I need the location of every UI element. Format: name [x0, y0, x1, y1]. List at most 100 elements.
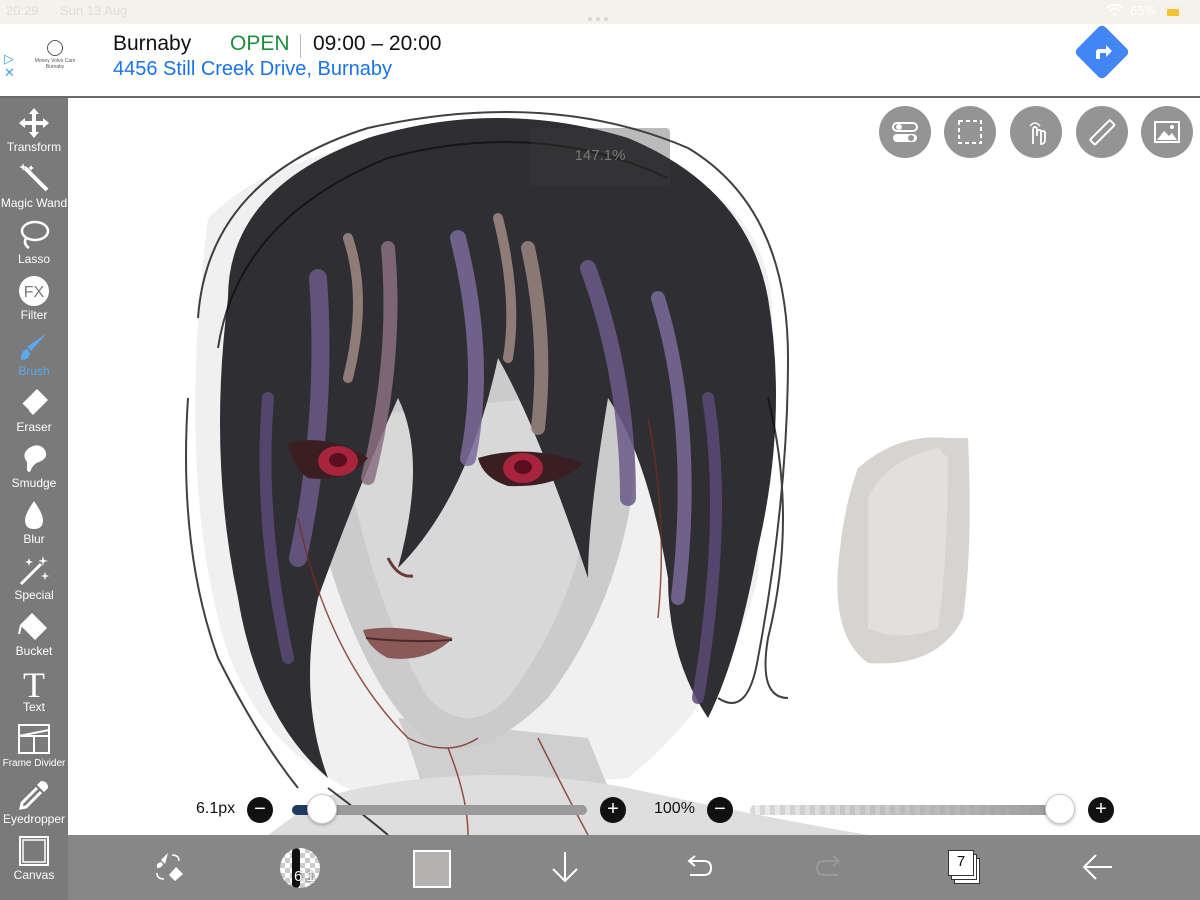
- tool-label: Canvas: [13, 868, 55, 882]
- brush-eraser-swap-icon: [156, 853, 183, 881]
- brush-opacity-slider-handle[interactable]: [1045, 794, 1075, 824]
- eyedropper-icon: [19, 781, 48, 810]
- bottom-bar: 6.1 7: [68, 835, 1200, 900]
- brush-opacity-slider[interactable]: [750, 805, 1060, 815]
- tool-eyedropper[interactable]: Eyedropper: [0, 770, 68, 826]
- tool-eraser[interactable]: Eraser: [0, 378, 68, 434]
- battery-icon: [1165, 7, 1187, 18]
- layers-button[interactable]: 7: [948, 850, 982, 884]
- tool-special[interactable]: Special: [0, 546, 68, 602]
- brush-size-decrease-button[interactable]: −: [247, 797, 273, 823]
- toggle-icon: [892, 122, 918, 142]
- tool-label: Special: [14, 588, 54, 602]
- tool-label: Blur: [23, 532, 45, 546]
- toggle-button[interactable]: [879, 106, 931, 158]
- move-arrows-icon: [19, 108, 49, 138]
- brush-opacity-increase-button[interactable]: +: [1088, 797, 1114, 823]
- advertiser-logo[interactable]: Money Volvo Cars Burnaby: [26, 38, 84, 80]
- minus-icon: −: [714, 798, 726, 820]
- battery-percentage: 65%: [1130, 3, 1157, 18]
- status-date: Sun 13 Aug: [60, 3, 128, 18]
- brush-size-increase-button[interactable]: +: [600, 797, 626, 823]
- tool-transform[interactable]: Transform: [0, 98, 68, 154]
- brush-opacity-decrease-button[interactable]: −: [707, 797, 733, 823]
- artwork[interactable]: [68, 98, 1200, 835]
- touch-gesture-icon: [1029, 122, 1046, 145]
- brush-icon: [21, 333, 47, 360]
- tool-smudge[interactable]: Smudge: [0, 434, 68, 490]
- brush-opacity-slider-fill: [750, 805, 1060, 815]
- ad-address-link[interactable]: 4456 Still Creek Drive, Burnaby: [113, 58, 392, 81]
- tool-label: Frame Divider: [2, 758, 66, 769]
- tool-brush[interactable]: Brush: [0, 322, 68, 378]
- tool-magic-wand[interactable]: Magic Wand: [0, 154, 68, 210]
- drawing-canvas[interactable]: [68, 98, 1200, 835]
- brush-preview-value: 6.1: [294, 868, 315, 885]
- arrow-left-icon: [1082, 854, 1112, 880]
- ruler-button[interactable]: [1076, 106, 1128, 158]
- arrow-down-icon: [552, 852, 578, 883]
- wifi-icon: [1106, 3, 1124, 20]
- sparkle-icon: [19, 556, 49, 586]
- tool-label: Bucket: [15, 644, 53, 658]
- undo-icon: [687, 855, 713, 876]
- tool-label: Lasso: [17, 252, 51, 266]
- tool-label: Filter: [20, 308, 48, 322]
- tool-label: Brush: [18, 364, 50, 378]
- ad-banner[interactable]: ▷ ✕ Money Volvo Cars Burnaby Burnaby OPEN…: [0, 23, 1200, 98]
- eraser-icon: [21, 389, 48, 415]
- touch-gesture-button[interactable]: [1010, 106, 1062, 158]
- drop-icon: [25, 501, 43, 529]
- tool-label: Text: [22, 700, 45, 714]
- magic-wand-icon: [19, 163, 49, 192]
- tool-lasso[interactable]: Lasso: [0, 210, 68, 266]
- image-icon: [1154, 121, 1180, 143]
- tool-filter[interactable]: FX Filter: [0, 266, 68, 322]
- brush-opacity-label: 100%: [654, 800, 695, 817]
- layer-count: 7: [956, 853, 966, 870]
- lasso-icon: [20, 220, 50, 250]
- ad-business-name[interactable]: Burnaby: [113, 32, 191, 56]
- color-swatch-button[interactable]: [413, 850, 451, 888]
- redo-button[interactable]: [810, 847, 850, 887]
- tool-bar: Transform Magic Wand Lasso FX Filter Bru…: [0, 98, 68, 900]
- selection-icon: [958, 120, 982, 144]
- ruler-icon: [1089, 119, 1116, 146]
- tool-blur[interactable]: Blur: [0, 490, 68, 546]
- tool-label: Eyedropper: [2, 812, 66, 826]
- tool-label: Smudge: [11, 476, 57, 490]
- plus-icon: +: [1095, 798, 1107, 820]
- undo-button[interactable]: [678, 847, 718, 887]
- status-time: 20:29: [6, 3, 39, 18]
- fx-icon: FX: [19, 276, 49, 306]
- reference-image-button[interactable]: [1141, 106, 1193, 158]
- redo-icon: [815, 855, 841, 876]
- multitask-dots[interactable]: [588, 9, 614, 21]
- export-button[interactable]: [545, 847, 585, 887]
- tool-label: Transform: [6, 140, 62, 154]
- tool-canvas[interactable]: Canvas: [0, 826, 68, 882]
- back-button[interactable]: [1078, 847, 1118, 887]
- ad-hours: 09:00 – 20:00: [313, 32, 442, 55]
- tool-frame-divider[interactable]: Frame Divider: [0, 714, 68, 770]
- bucket-icon: [18, 613, 47, 640]
- smudge-icon: [24, 445, 47, 472]
- minus-icon: −: [254, 798, 266, 820]
- directions-icon[interactable]: [1073, 23, 1131, 81]
- plus-icon: +: [607, 798, 619, 820]
- brush-size-slider-handle[interactable]: [306, 794, 337, 824]
- status-bar: 20:29 Sun 13 Aug 65%: [0, 0, 1200, 24]
- svg-text:T: T: [23, 666, 45, 700]
- brush-preview-button[interactable]: 6.1: [280, 848, 320, 888]
- ad-open-status: OPEN: [230, 32, 290, 55]
- frame-divider-icon: [18, 724, 50, 754]
- tool-bucket[interactable]: Bucket: [0, 602, 68, 658]
- advertiser-logo-text: Money Volvo Cars Burnaby: [34, 58, 76, 70]
- swap-tool-button[interactable]: [148, 847, 188, 887]
- brush-size-label: 6.1px: [196, 800, 236, 817]
- svg-text:FX: FX: [24, 284, 45, 301]
- adchoices-icon[interactable]: ▷ ✕: [4, 52, 15, 80]
- tool-text[interactable]: T Text: [0, 658, 68, 714]
- text-icon: T: [23, 666, 45, 700]
- selection-button[interactable]: [944, 106, 996, 158]
